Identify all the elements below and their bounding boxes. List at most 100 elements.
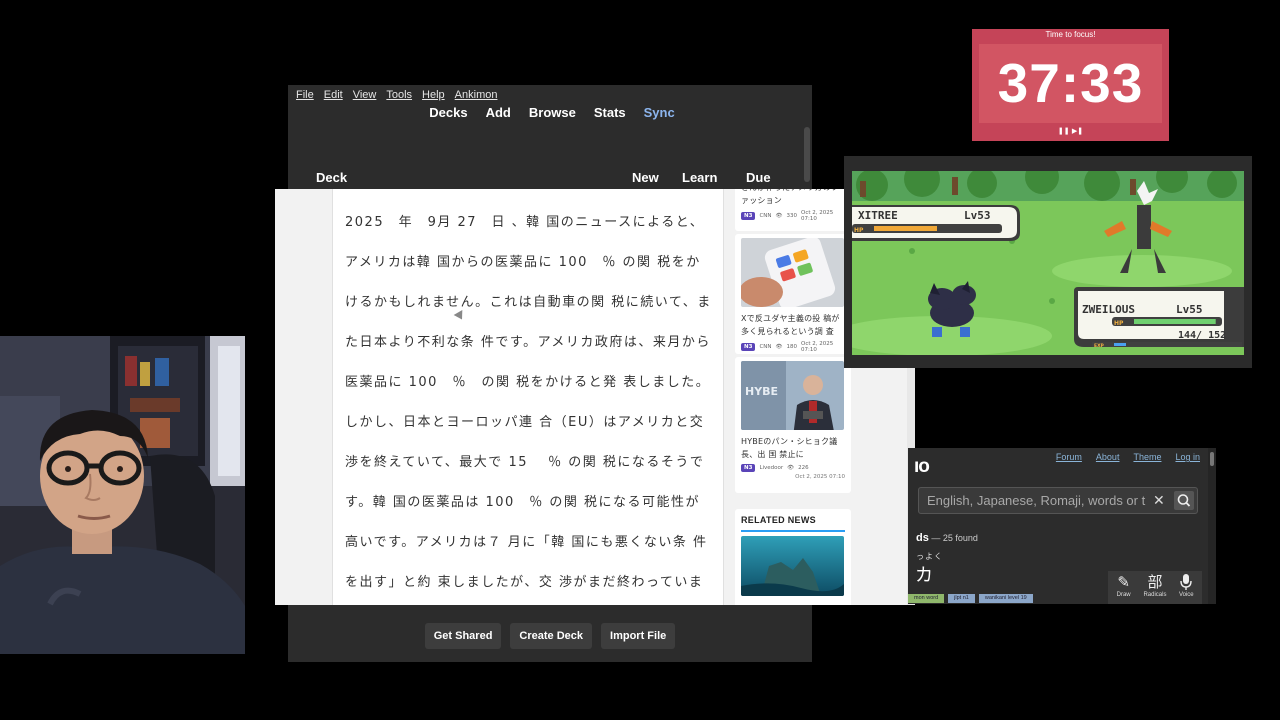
create-deck-button[interactable]: Create Deck <box>510 623 593 649</box>
news-date: Oct 2, 2025 07:10 <box>801 210 834 222</box>
jisho-nav-links: Forum About Theme Log in <box>1056 452 1200 462</box>
player-hp-text: 144/ 152 <box>1178 330 1226 341</box>
get-shared-button[interactable]: Get Shared <box>424 623 502 649</box>
menu-file[interactable]: File <box>296 89 314 101</box>
toolbar-stats[interactable]: Stats <box>594 105 626 127</box>
pokemon-battle-screen[interactable]: XITREE Lv53 HP ZWEILOUS Lv55 HP 144/ 152… <box>852 171 1244 355</box>
jlpt-level-badge: N3 <box>741 212 756 220</box>
enemy-name: XITREE <box>858 209 898 222</box>
new-column-header: New <box>632 170 659 185</box>
jisho-scrollbar[interactable] <box>1208 448 1216 604</box>
radicals-label: Radicals <box>1143 592 1167 598</box>
timer-label: Time to focus! <box>1045 30 1096 39</box>
news-date: Oct 2, 2025 07:10 <box>795 474 845 480</box>
hp-label: HP <box>854 227 864 234</box>
news-sidebar: さんが作ったアメリカのファッション N3 CNN 👁 330 Oct 2, 20… <box>735 189 851 605</box>
news-source: CNN <box>759 344 772 350</box>
theme-link[interactable]: Theme <box>1133 452 1161 462</box>
jlpt-level-badge: N3 <box>741 464 756 472</box>
svg-text:HYBE: HYBE <box>745 385 778 398</box>
results-heading: ds <box>916 532 929 544</box>
news-window: 2025 年 9月 27 日 、韓 国のニュースによると、アメリカは韓 国からの… <box>275 189 915 605</box>
voice-label: Voice <box>1178 592 1194 598</box>
about-link[interactable]: About <box>1096 452 1120 462</box>
draw-tool[interactable]: ✎ Draw <box>1110 573 1138 604</box>
menu-help[interactable]: Help <box>422 89 445 101</box>
voice-tool[interactable]: Voice <box>1172 573 1200 604</box>
timer-countdown: 37:33 <box>997 52 1144 114</box>
login-link[interactable]: Log in <box>1175 452 1200 462</box>
toolbar-sync[interactable]: Sync <box>644 105 675 127</box>
draw-icon: ✎ <box>1117 574 1130 591</box>
result-word[interactable]: カ <box>915 561 933 587</box>
jlpt-tag: jlpt n1 <box>948 594 975 603</box>
common-word-tag: mon word <box>908 594 945 603</box>
eye-icon: 👁 <box>775 344 783 350</box>
side-news-meta: N3 CNN 👁 180 Oct 2, 2025 07:10 <box>741 341 845 353</box>
side-news-card[interactable]: HYBE HYBEのパン・シヒョク議 長、出 国 禁止に N3 Livedoor… <box>735 357 851 493</box>
anki-scroll-thumb[interactable] <box>804 127 810 182</box>
side-news-meta: N3 Livedoor 👁 226 <box>741 464 845 472</box>
player-hp-bar <box>1134 319 1216 324</box>
microphone-icon <box>1180 573 1193 592</box>
eye-icon: 👁 <box>787 465 795 471</box>
due-column-header: Due <box>746 170 771 185</box>
radicals-tool[interactable]: 部 Radicals <box>1141 573 1169 604</box>
menu-tools[interactable]: Tools <box>386 89 412 101</box>
news-source: Livedoor <box>759 465 784 471</box>
results-count: ds — 25 found <box>916 532 978 544</box>
underwater-thumbnail[interactable] <box>741 536 844 596</box>
anki-toolbar: Decks Add Browse Stats Sync <box>288 105 812 127</box>
focus-timer: Time to focus! 37:33 ❚❚ ▶❚ <box>972 29 1169 141</box>
side-news-title[interactable]: Xで反ユダヤ主義の投 稿が多く見られるという調 査 <box>741 312 845 338</box>
phone-wallet-thumbnail[interactable] <box>741 238 844 307</box>
jisho-search-bar: ✕ <box>918 487 1198 514</box>
side-news-title[interactable]: さんが作ったアメリカのファッション <box>741 189 845 207</box>
eye-icon: 👁 <box>775 213 783 219</box>
jisho-scroll-thumb[interactable] <box>1210 452 1214 466</box>
anki-bottom-bar: Get Shared Create Deck Import File <box>288 623 812 649</box>
enemy-hp-bar <box>874 226 937 231</box>
deck-column-header: Deck <box>316 170 348 185</box>
hybe-press-thumbnail[interactable]: HYBE <box>741 361 844 430</box>
view-count: 226 <box>798 465 809 471</box>
import-file-button[interactable]: Import File <box>601 623 676 649</box>
learn-column-header: Learn <box>682 170 718 185</box>
jisho-search-button[interactable] <box>1174 491 1194 510</box>
menu-view[interactable]: View <box>353 89 377 101</box>
news-date: Oct 2, 2025 07:10 <box>801 341 834 353</box>
toolbar-add[interactable]: Add <box>486 105 511 127</box>
player-level: Lv55 <box>1176 303 1203 316</box>
side-news-card[interactable]: Xで反ユダヤ主義の投 稿が多く見られるという調 査 N3 CNN 👁 180 O… <box>735 234 851 354</box>
player-hp-box: ZWEILOUS Lv55 HP 144/ 152 EXP <box>1074 287 1244 349</box>
side-news-title[interactable]: HYBEのパン・シヒョク議 長、出 国 禁止に <box>741 435 845 461</box>
jisho-window: ıo Forum About Theme Log in ✕ ds — 25 fo… <box>908 448 1216 604</box>
toolbar-browse[interactable]: Browse <box>529 105 576 127</box>
search-icon <box>1177 494 1191 507</box>
wanikani-tag: wanikani level 19 <box>978 594 1033 603</box>
jisho-search-input[interactable] <box>919 488 1147 513</box>
anki-menubar: File Edit View Tools Help Ankimon <box>288 85 812 105</box>
timer-controls[interactable]: ❚❚ ▶❚ <box>972 127 1169 135</box>
deck-list-header: Deck New Learn Due <box>288 168 798 188</box>
enemy-level: Lv53 <box>964 209 991 222</box>
toolbar-decks[interactable]: Decks <box>429 105 467 127</box>
article-panel: 2025 年 9月 27 日 、韓 国のニュースによると、アメリカは韓 国からの… <box>332 189 724 605</box>
jlpt-level-badge: N3 <box>741 343 756 351</box>
related-news-heading: RELATED NEWS <box>741 509 845 532</box>
input-tools: ✎ Draw 部 Radicals Voice <box>1108 571 1202 604</box>
result-tags: mon word jlpt n1 wanikani level 19 <box>908 594 1033 603</box>
menu-edit[interactable]: Edit <box>324 89 343 101</box>
side-news-meta: N3 CNN 👁 330 Oct 2, 2025 07:10 <box>741 210 845 222</box>
enemy-hp-box: XITREE Lv53 HP <box>852 205 1020 241</box>
news-source: CNN <box>759 213 772 219</box>
clear-icon[interactable]: ✕ <box>1153 492 1165 509</box>
webcam-feed <box>0 336 245 654</box>
view-count: 330 <box>786 213 798 219</box>
forum-link[interactable]: Forum <box>1056 452 1082 462</box>
draw-label: Draw <box>1116 592 1131 598</box>
side-news-card[interactable]: さんが作ったアメリカのファッション N3 CNN 👁 330 Oct 2, 20… <box>735 189 851 231</box>
jisho-logo[interactable]: ıo <box>914 456 930 478</box>
results-found-text: — 25 found <box>928 533 978 543</box>
menu-ankimon[interactable]: Ankimon <box>455 89 498 101</box>
